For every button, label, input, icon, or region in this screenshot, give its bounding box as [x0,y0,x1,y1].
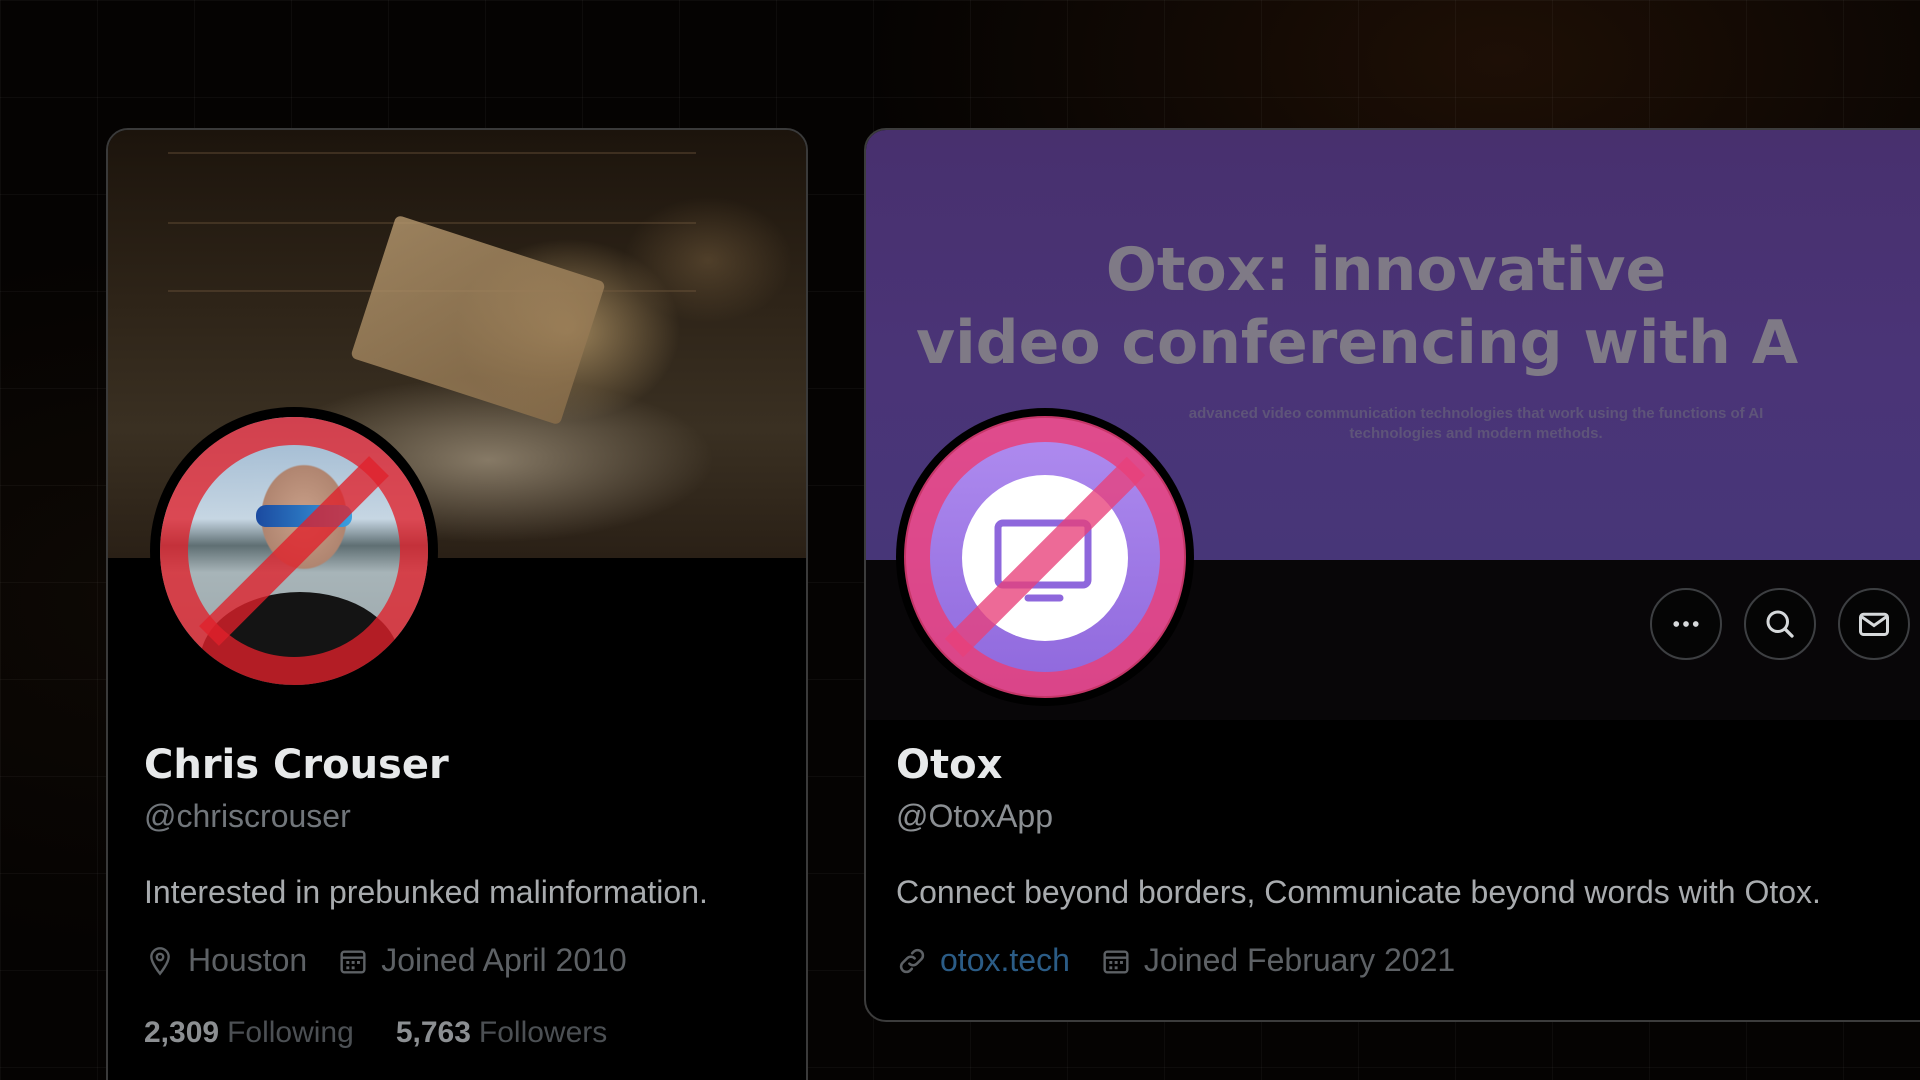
search-button[interactable] [1744,588,1816,660]
avatar[interactable] [150,407,438,695]
joined-text: Joined February 2021 [1143,942,1456,978]
profile-bio: Interested in prebunked malinformation. [144,874,708,910]
location-pin-icon [150,946,170,976]
avatar[interactable] [896,408,1194,706]
banner-headline-line1: Otox: innovative [1105,235,1667,305]
followers-count: 5,763 [395,1016,471,1049]
message-icon [1859,612,1889,636]
following-label: Following [227,1016,354,1049]
following-link[interactable]: 2,309 Following [144,1016,354,1050]
prohibited-icon [904,416,1186,698]
message-button[interactable] [1838,588,1910,660]
link-icon [899,948,925,973]
banner-book-image [350,214,606,426]
banner-headline-line2: video conferencing with A [916,308,1799,378]
following-count: 2,309 [144,1016,220,1049]
website-item[interactable]: otox.tech [896,942,1070,979]
profile-stats: 2,309 Following 5,763 Followers [144,1016,649,1050]
joined-text: Joined April 2010 [381,942,627,978]
banner-tagline-line2: technologies and modern methods. [1349,425,1603,442]
profile-handle: @OtoxApp [896,798,1053,834]
calendar-icon [340,949,366,974]
profile-meta: otox.tech Joined February 2021 [896,942,1485,979]
followers-link[interactable]: 5,763 Followers [396,1016,607,1050]
website-link[interactable]: otox.tech [940,942,1070,979]
profile-handle: @chriscrouser [144,798,351,834]
location-item: Houston [144,942,307,979]
followers-label: Followers [478,1016,608,1049]
screenshot-stage: Chris Crouser @chriscrouser Interested i… [0,0,1920,1080]
banner-tagline-line1: advanced video communication technologie… [1188,405,1764,422]
profile-meta: Houston Joined April 2010 [144,942,657,979]
profile-card-chris: Chris Crouser @chriscrouser Interested i… [106,128,808,1080]
search-icon [1766,610,1794,638]
joined-item: Joined April 2010 [337,942,627,979]
more-icon [1673,621,1699,627]
profile-name: Chris Crouser [144,742,449,788]
prohibited-icon [160,417,428,685]
profile-bio: Connect beyond borders, Communicate beyo… [896,874,1821,910]
calendar-icon [1103,949,1129,974]
location-text: Houston [188,942,308,978]
more-button[interactable] [1650,588,1722,660]
joined-item: Joined February 2021 [1100,942,1455,979]
profile-card-otox: Otox: innovative video conferencing with… [864,128,1920,1022]
profile-name: Otox [896,742,1003,788]
